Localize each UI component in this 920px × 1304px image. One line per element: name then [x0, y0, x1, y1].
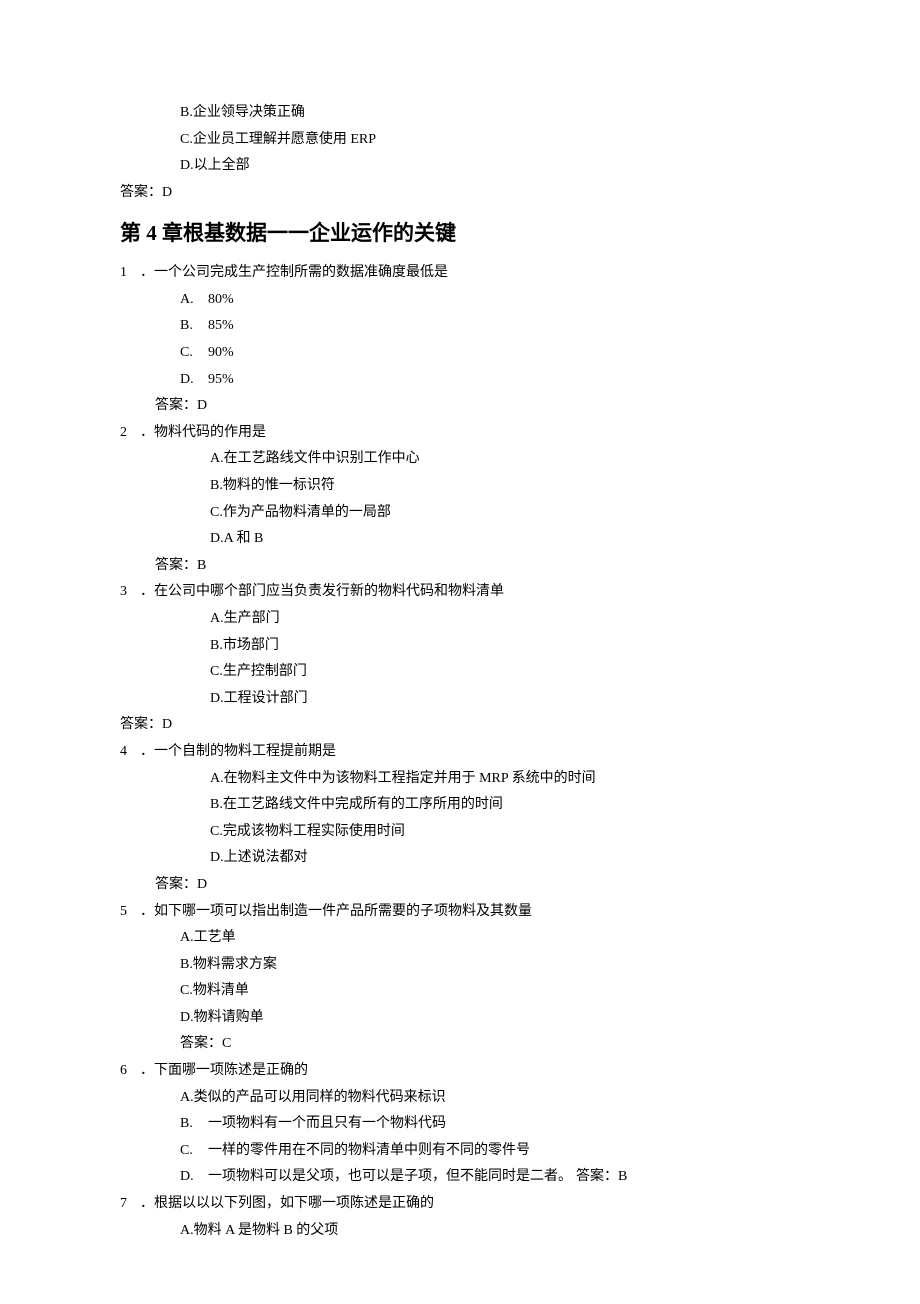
q4-text: ．一个自制的物料工程提前期是 — [140, 739, 336, 766]
q4-option-a: A.在物料主文件中为该物料工程指定并用于 MRP 系统中的时间 — [120, 766, 800, 793]
q1-option-b: B.85% — [120, 313, 800, 340]
q1-text: ．一个公司完成生产控制所需的数据准确度最低是 — [140, 260, 448, 287]
q3-option-a: A.生产部门 — [120, 606, 800, 633]
q7-number: 7 — [120, 1191, 140, 1218]
q3-option-d: D.工程设计部门 — [120, 686, 800, 713]
q4-number: 4 — [120, 739, 140, 766]
q5-option-a: A.工艺单 — [120, 925, 800, 952]
q6-number: 6 — [120, 1058, 140, 1085]
q2-text: ．物料代码的作用是 — [140, 420, 266, 447]
q1-option-c: C.90% — [120, 340, 800, 367]
chapter-title: 第 4 章根基数据一一企业运作的关键 — [120, 214, 800, 254]
q4-answer: 答案：D — [120, 872, 800, 899]
q5-option-c: C.物料清单 — [120, 978, 800, 1005]
q6-option-c: C.一样的零件用在不同的物料清单中则有不同的零件号 — [120, 1138, 800, 1165]
q3-answer: 答案：D — [120, 712, 800, 739]
pre-answer: 答案：D — [120, 180, 800, 207]
pre-option-c: C.企业员工理解并愿意使用 ERP — [120, 127, 800, 154]
q1-answer: 答案：D — [120, 393, 800, 420]
q1-option-d: D.95% — [120, 367, 800, 394]
q6-text: ．下面哪一项陈述是正确的 — [140, 1058, 308, 1085]
q5-number: 5 — [120, 899, 140, 926]
q5-option-b: B.物料需求方案 — [120, 952, 800, 979]
pre-option-d: D.以上全部 — [120, 153, 800, 180]
question-2: 2 ．物料代码的作用是 — [120, 420, 800, 447]
q2-option-a: A.在工艺路线文件中识别工作中心 — [120, 446, 800, 473]
question-4: 4 ．一个自制的物料工程提前期是 — [120, 739, 800, 766]
q2-option-c: C.作为产品物料清单的一局部 — [120, 500, 800, 527]
q2-option-b: B.物料的惟一标识符 — [120, 473, 800, 500]
q2-option-d: D.A 和 B — [120, 526, 800, 553]
q6-option-d: D.一项物料可以是父项，也可以是子项，但不能同时是二者。答案：B — [120, 1164, 800, 1191]
q2-number: 2 — [120, 420, 140, 447]
question-1: 1 ．一个公司完成生产控制所需的数据准确度最低是 — [120, 260, 800, 287]
q4-option-c: C.完成该物料工程实际使用时间 — [120, 819, 800, 846]
q1-option-a: A.80% — [120, 287, 800, 314]
q6-option-b: B.一项物料有一个而且只有一个物料代码 — [120, 1111, 800, 1138]
q7-text: ．根据以以以下列图，如下哪一项陈述是正确的 — [140, 1191, 434, 1218]
q3-option-b: B.市场部门 — [120, 633, 800, 660]
q1-number: 1 — [120, 260, 140, 287]
question-5: 5 ．如下哪一项可以指出制造一件产品所需要的子项物料及其数量 — [120, 899, 800, 926]
question-7: 7 ．根据以以以下列图，如下哪一项陈述是正确的 — [120, 1191, 800, 1218]
q4-option-d: D.上述说法都对 — [120, 845, 800, 872]
question-6: 6 ．下面哪一项陈述是正确的 — [120, 1058, 800, 1085]
q7-option-a: A.物料 A 是物料 B 的父项 — [120, 1218, 800, 1245]
q5-answer: 答案：C — [120, 1031, 800, 1058]
pre-option-b: B.企业领导决策正确 — [120, 100, 800, 127]
q3-number: 3 — [120, 579, 140, 606]
q5-text: ．如下哪一项可以指出制造一件产品所需要的子项物料及其数量 — [140, 899, 532, 926]
q6-option-a: A.类似的产品可以用同样的物料代码来标识 — [120, 1085, 800, 1112]
question-3: 3 ．在公司中哪个部门应当负责发行新的物料代码和物料清单 — [120, 579, 800, 606]
q4-option-b: B.在工艺路线文件中完成所有的工序所用的时间 — [120, 792, 800, 819]
q3-text: ．在公司中哪个部门应当负责发行新的物料代码和物料清单 — [140, 579, 504, 606]
q5-option-d: D.物料请购单 — [120, 1005, 800, 1032]
q6-answer: 答案：B — [576, 1164, 627, 1191]
q2-answer: 答案：B — [120, 553, 800, 580]
q3-option-c: C.生产控制部门 — [120, 659, 800, 686]
